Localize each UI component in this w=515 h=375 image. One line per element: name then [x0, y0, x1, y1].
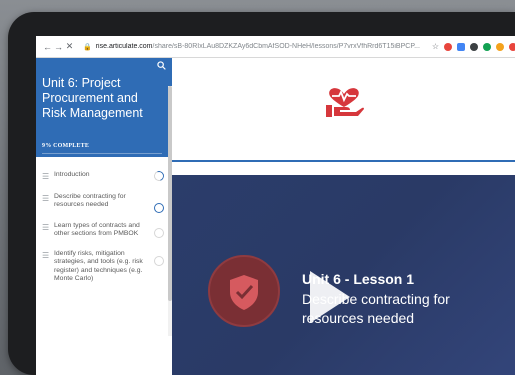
- extension-icon[interactable]: [496, 42, 504, 51]
- search-icon[interactable]: [157, 61, 166, 72]
- lock-icon: 🔒: [83, 43, 92, 51]
- sidebar: Unit 6: Project Procurement and Risk Man…: [36, 58, 172, 375]
- progress-ring-icon: [154, 227, 164, 238]
- lesson-item-types-of-contracts[interactable]: ☰ Learn types of contracts and other sec…: [36, 222, 172, 239]
- lesson-item-describe-contracting[interactable]: ☰ Describe contracting for resources nee…: [36, 193, 172, 213]
- progress-bar: [42, 153, 162, 154]
- extension-icon[interactable]: [483, 42, 491, 51]
- play-icon[interactable]: [310, 271, 350, 323]
- extension-icons: ☆: [432, 42, 515, 51]
- progress-label: 9% COMPLETE: [42, 143, 90, 149]
- screen: ← → ✕ 🔒 rise.articulate.com /share/sB-80…: [36, 36, 515, 375]
- shield-check-icon: [230, 275, 258, 310]
- arrow-right-icon[interactable]: →: [53, 42, 64, 52]
- star-icon[interactable]: ☆: [432, 42, 439, 51]
- text-lines-icon: ☰: [42, 251, 50, 261]
- divider: [172, 160, 515, 162]
- lesson-item-introduction[interactable]: ☰ Introduction: [36, 169, 172, 183]
- lesson-label: Describe contracting for resources neede…: [54, 193, 126, 209]
- url-path: /share/sB-80RIxLAu8DZKZAy6dCbmAfSOD-NHeH…: [152, 43, 420, 50]
- lesson-content: Unit 6 - Lesson 1 Describe contracting f…: [172, 58, 515, 375]
- lesson-list: ☰ Introduction ☰ Describe contracting fo…: [36, 157, 172, 283]
- badge: [208, 255, 280, 327]
- video-player[interactable]: Unit 6 - Lesson 1 Describe contracting f…: [172, 175, 515, 375]
- lesson-label: Learn types of contracts and other secti…: [54, 221, 140, 237]
- extension-icon[interactable]: [444, 42, 452, 51]
- text-lines-icon: ☰: [42, 194, 50, 203]
- tablet-frame: ← → ✕ 🔒 rise.articulate.com /share/sB-80…: [8, 12, 515, 375]
- url-field[interactable]: 🔒 rise.articulate.com /share/sB-80RIxLAu…: [83, 43, 432, 51]
- lesson-item-identify-risks[interactable]: ☰ Identify risks, mitigation strategies,…: [36, 250, 172, 283]
- extension-icon[interactable]: [457, 42, 465, 51]
- course-title: Unit 6: Project Procurement and Risk Man…: [42, 76, 143, 120]
- text-lines-icon: ☰: [42, 222, 50, 232]
- extension-icon[interactable]: [470, 42, 478, 51]
- sidebar-header: Unit 6: Project Procurement and Risk Man…: [36, 58, 172, 157]
- close-icon[interactable]: ✕: [64, 41, 75, 52]
- heart-in-hand-icon: [320, 80, 368, 118]
- arrow-left-icon[interactable]: ←: [42, 42, 53, 52]
- address-bar: ← → ✕ 🔒 rise.articulate.com /share/sB-80…: [36, 36, 515, 58]
- text-lines-icon: ☰: [42, 172, 50, 181]
- extension-icon[interactable]: [509, 42, 515, 51]
- progress-ring-icon: [154, 203, 164, 213]
- url-domain: rise.articulate.com: [95, 43, 153, 50]
- lesson-label: Introduction: [54, 171, 90, 178]
- lesson-label: Identify risks, mitigation strategies, a…: [54, 250, 143, 283]
